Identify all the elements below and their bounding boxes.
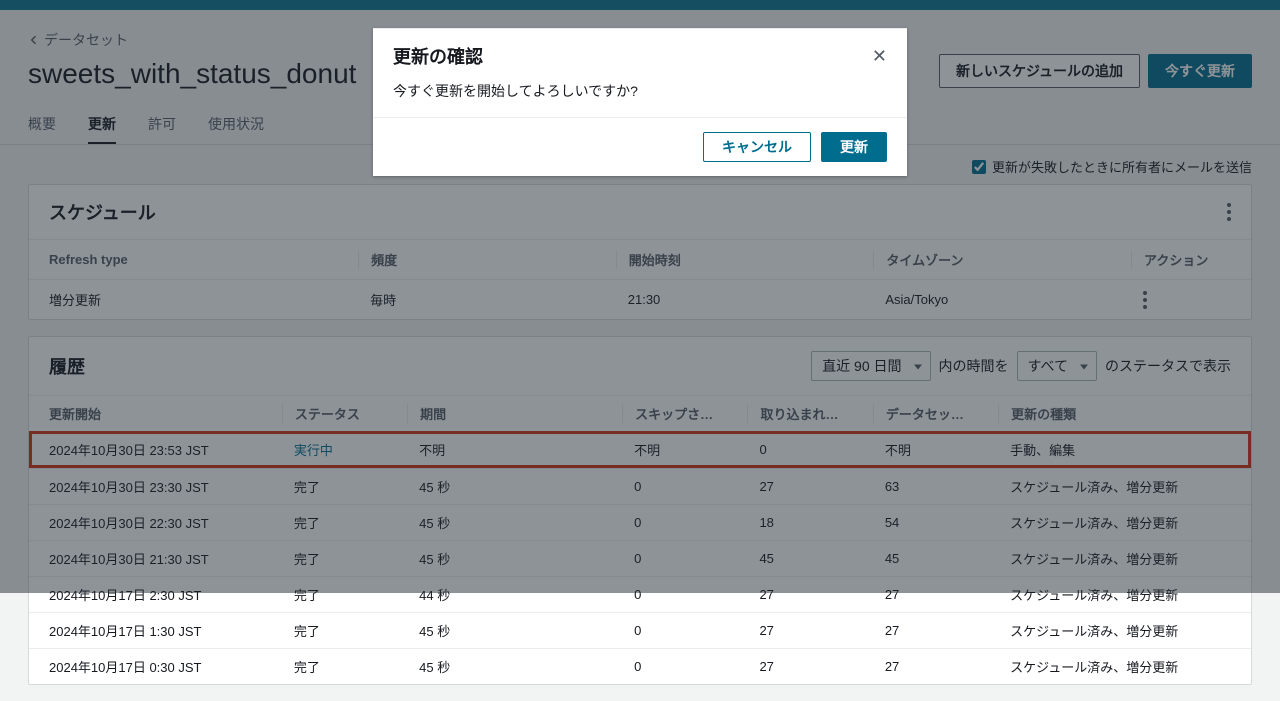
cell-imported: 27 [747, 623, 872, 638]
cell-type: スケジュール済み、増分更新 [998, 657, 1231, 676]
cell-start: 2024年10月17日 0:30 JST [49, 657, 282, 676]
cell-status: 完了 [282, 657, 407, 676]
cell-duration: 45 秒 [407, 657, 622, 676]
history-row[interactable]: 2024年10月17日 1:30 JST完了45 秒02727スケジュール済み、… [29, 612, 1251, 648]
cell-skipped: 0 [622, 623, 747, 638]
modal-backdrop[interactable]: 更新の確認 ✕ 今すぐ更新を開始してよろしいですか? キャンセル 更新 [0, 0, 1280, 593]
cell-status: 完了 [282, 621, 407, 640]
cell-duration: 45 秒 [407, 621, 622, 640]
history-row[interactable]: 2024年10月17日 0:30 JST完了45 秒02727スケジュール済み、… [29, 648, 1251, 684]
cell-dataset: 27 [873, 659, 998, 674]
cell-imported: 27 [747, 659, 872, 674]
cell-dataset: 27 [873, 623, 998, 638]
modal-body: 今すぐ更新を開始してよろしいですか? [373, 77, 907, 117]
cell-start: 2024年10月17日 1:30 JST [49, 621, 282, 640]
cell-type: スケジュール済み、増分更新 [998, 621, 1231, 640]
modal-confirm-button[interactable]: 更新 [821, 132, 887, 162]
modal-cancel-button[interactable]: キャンセル [703, 132, 811, 162]
modal-close-icon[interactable]: ✕ [872, 46, 887, 67]
cell-skipped: 0 [622, 659, 747, 674]
modal-title: 更新の確認 [393, 43, 483, 69]
confirm-refresh-modal: 更新の確認 ✕ 今すぐ更新を開始してよろしいですか? キャンセル 更新 [373, 28, 907, 176]
